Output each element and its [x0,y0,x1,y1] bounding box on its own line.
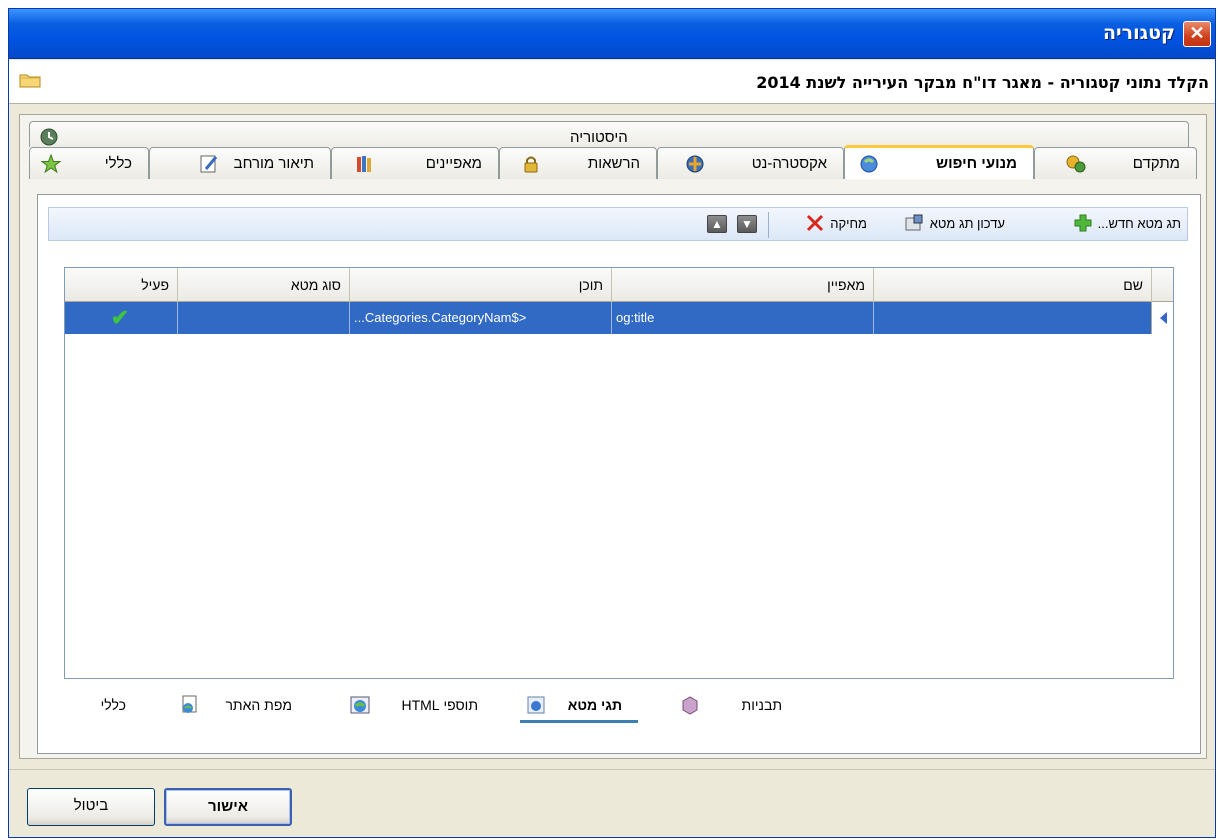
dialog-footer: אישור ביטול [9,769,1215,837]
tab-history-label: היסטוריה [570,129,628,146]
move-up-button[interactable]: ▲ [707,215,727,233]
history-icon [40,128,58,146]
tab-advanced[interactable]: מתקדם [1034,147,1197,179]
sitemap-icon [182,695,197,713]
delete-icon [807,214,824,232]
tab-history[interactable]: היסטוריה [29,121,1189,147]
tab-sitemap[interactable]: מפת האתר [168,689,308,723]
bottom-tab-strip: תבניות תגי מטא תוספי HTML מפת האתר כללי [38,685,1200,745]
tab-extranet[interactable]: אקסטרה-נט [657,147,844,179]
cell-name[interactable] [873,302,1151,334]
update-meta-tag-label: עדכון תג מטא [929,215,1005,231]
globe-icon [350,696,370,714]
search-engines-panel: תג מטא חדש... עדכון תג מטא מחיקה ▼ ▲ שם … [37,194,1201,754]
extranet-icon [686,155,704,173]
tab-general-bottom[interactable]: כללי [58,689,142,723]
page-title: הקלד נתוני קטגוריה - מאגר דו"ח מבקר העיר… [756,73,1209,92]
move-down-button[interactable]: ▼ [737,215,757,233]
tab-properties[interactable]: מאפיינים [331,147,499,179]
tab-general[interactable]: כללי [29,147,149,179]
tab-extended-description[interactable]: תיאור מורחב [149,147,331,179]
tab-html-addons-label: תוספי HTML [401,697,478,713]
tab-general-bottom-label: כללי [100,697,126,713]
tab-permissions-label: הרשאות [587,155,640,172]
cell-meta-type[interactable] [177,302,349,334]
edit-icon [200,155,218,173]
search-engine-icon [860,155,878,173]
tab-meta-tags[interactable]: תגי מטא [520,689,638,723]
star-icon [40,154,62,174]
column-header-meta-type[interactable]: סוג מטא [177,268,349,302]
update-icon [905,214,923,231]
row-selector-header [1151,268,1173,302]
cell-property[interactable]: og:title [611,302,873,334]
meta-tags-icon [527,696,545,714]
tab-sitemap-label: מפת האתר [225,697,292,713]
tab-permissions[interactable]: הרשאות [499,147,657,179]
grid-header: שם מאפיין תוכן סוג מטא פעיל [65,268,1173,302]
meta-tags-grid[interactable]: שם מאפיין תוכן סוג מטא פעיל og:title ...… [64,267,1174,679]
tab-search-engines-label: מנועי חיפוש [936,155,1017,172]
tab-html-addons[interactable]: תוספי HTML [334,689,494,723]
tab-meta-tags-label: תגי מטא [567,697,622,713]
tab-general-label: כללי [104,155,132,172]
folder-icon [19,74,41,88]
new-meta-tag-button[interactable]: תג מטא חדש... [1074,214,1181,232]
tab-extended-description-label: תיאור מורחב [233,155,314,172]
row-selector[interactable] [1151,302,1173,334]
tab-templates[interactable]: תבניות [668,689,798,723]
new-meta-tag-label: תג מטא חדש... [1097,215,1181,231]
delete-button[interactable]: מחיקה [806,214,867,232]
toolbar-separator [768,212,769,238]
column-header-name[interactable]: שם [873,268,1151,302]
lock-icon [524,156,538,173]
window-title: קטגוריה [1103,22,1175,44]
check-icon: ✔ [110,305,130,330]
update-meta-tag-button[interactable]: עדכון תג מטא [904,214,1005,232]
tab-advanced-label: מתקדם [1132,155,1180,172]
close-button[interactable]: ✕ [1183,21,1211,47]
plus-icon [1074,214,1092,232]
column-header-active[interactable]: פעיל [63,268,177,302]
tab-search-engines[interactable]: מנועי חיפוש [844,145,1034,179]
advanced-icon [1066,155,1086,173]
cell-active[interactable]: ✔ [63,302,177,334]
books-icon [357,156,371,172]
tab-properties-label: מאפיינים [425,155,482,172]
dialog-window: ✕ קטגוריה הקלד נתוני קטגוריה - מאגר דו"ח… [8,8,1216,838]
column-header-property[interactable]: מאפיין [611,268,873,302]
cell-content[interactable]: ...Categories.CategoryNam$> [349,302,611,334]
tab-templates-label: תבניות [741,697,782,713]
header-strip: הקלד נתוני קטגוריה - מאגר דו"ח מבקר העיר… [9,60,1215,104]
cancel-button[interactable]: ביטול [27,788,155,826]
toolbar: תג מטא חדש... עדכון תג מטא מחיקה ▼ ▲ [48,207,1188,241]
title-bar[interactable]: ✕ קטגוריה [9,9,1215,59]
delete-label: מחיקה [830,215,867,231]
ok-button[interactable]: אישור [164,788,292,826]
tab-extranet-label: אקסטרה-נט [751,155,827,172]
column-header-content[interactable]: תוכן [349,268,611,302]
table-row[interactable]: og:title ...Categories.CategoryNam$> ✔ [65,302,1173,334]
templates-icon [682,696,698,715]
